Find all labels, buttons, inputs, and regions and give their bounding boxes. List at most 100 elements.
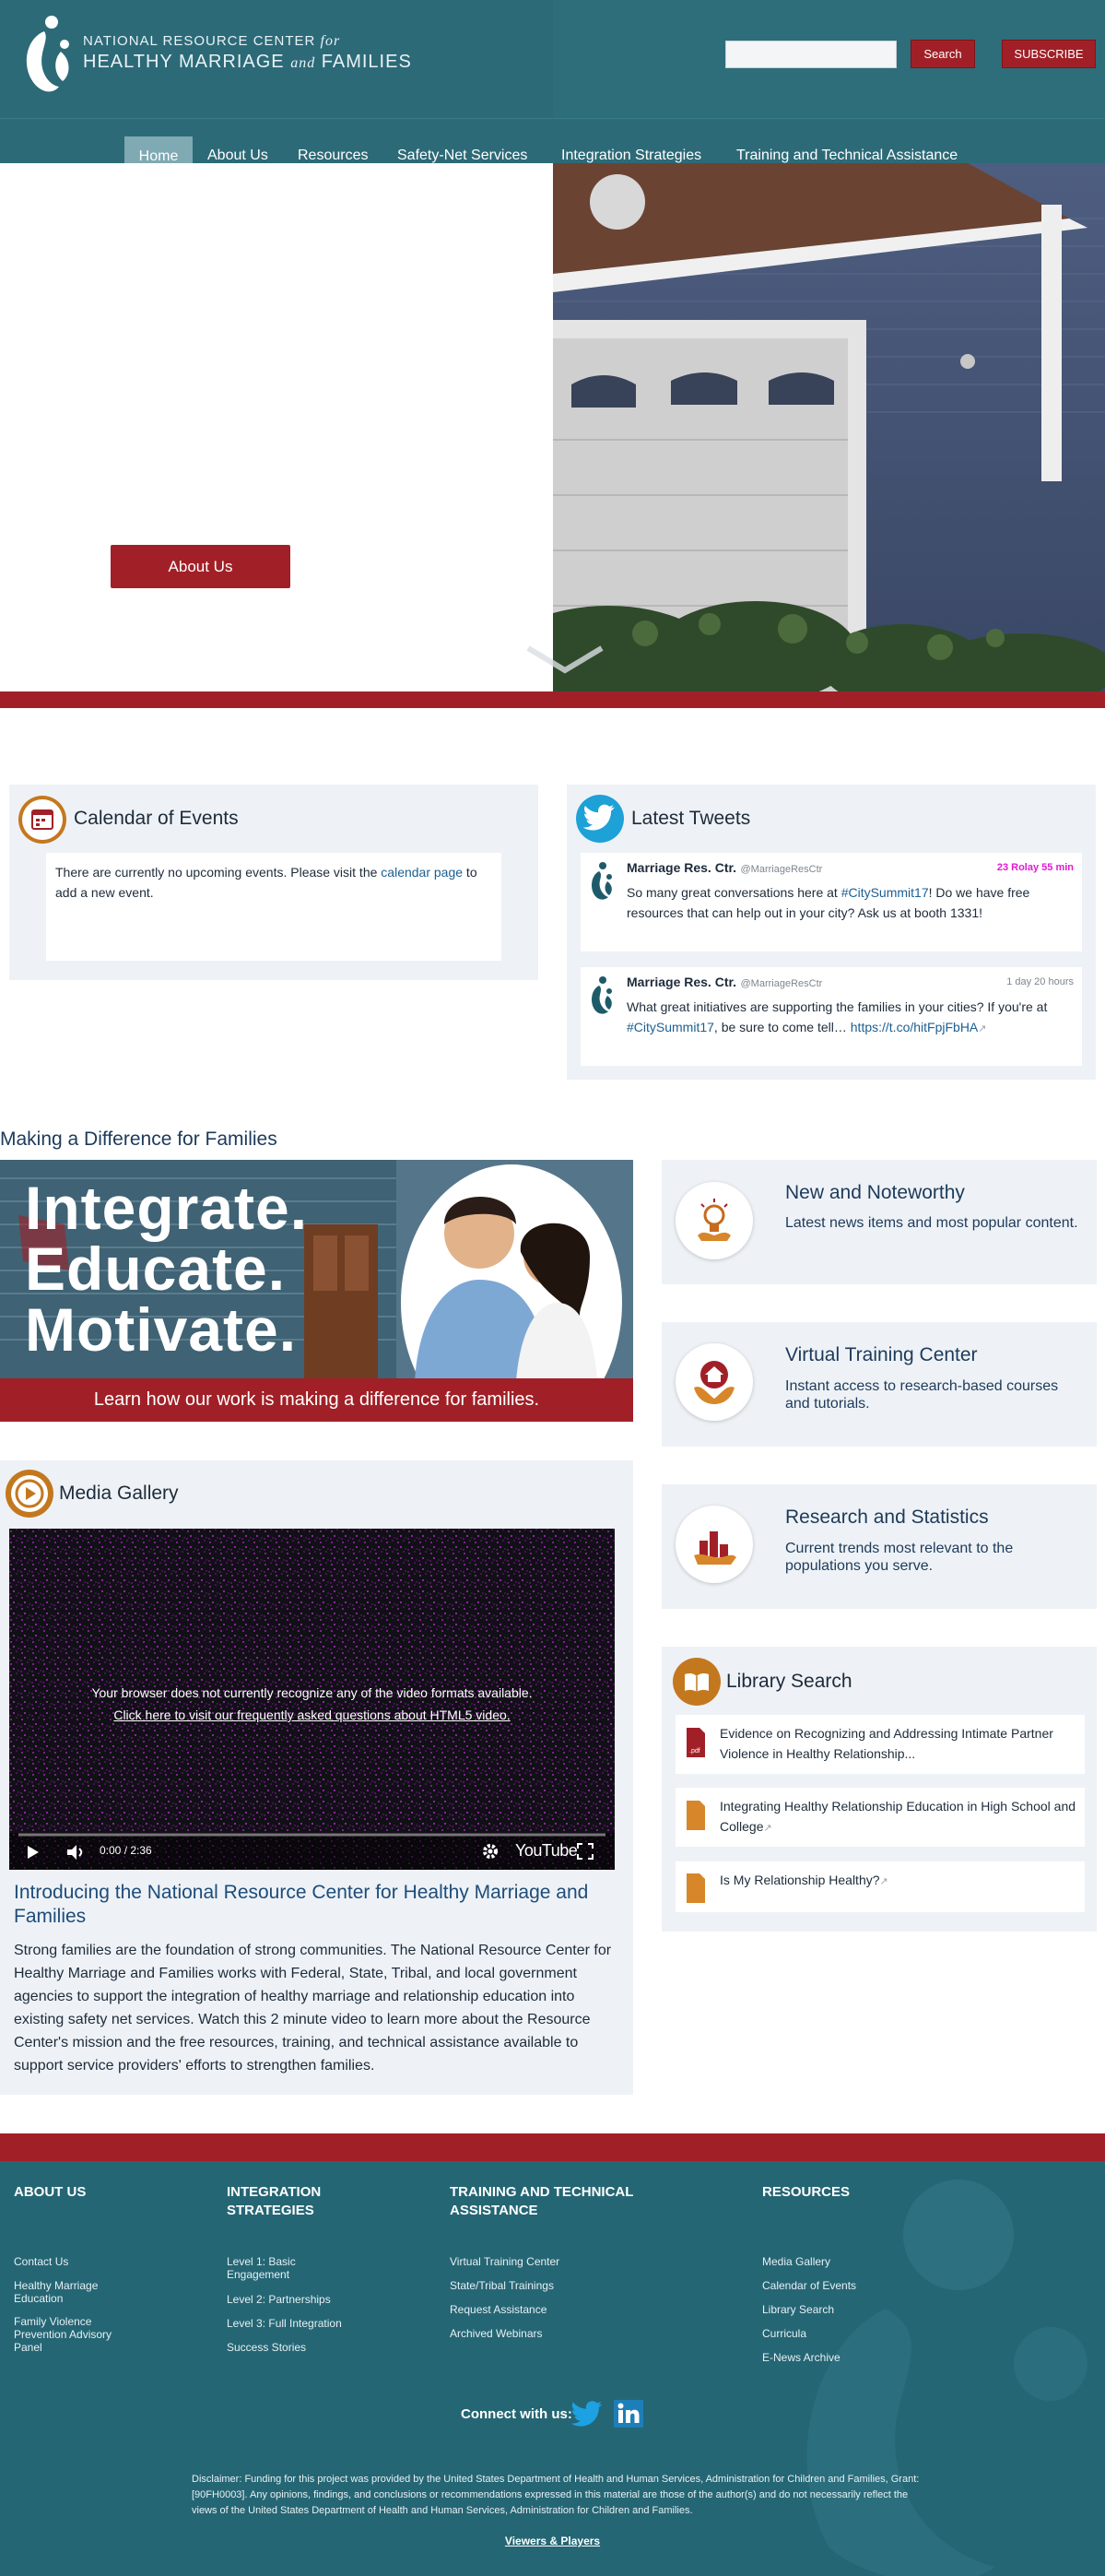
video-controls: 0:00 / 2:36 YouTube	[9, 1833, 615, 1870]
nav-about-us[interactable]: About Us	[207, 148, 268, 164]
library-item[interactable]: Is My Relationship Healthy?↗	[676, 1861, 1085, 1912]
events-title: Calendar of Events	[74, 808, 239, 829]
feature-title[interactable]: Virtual Training Center	[785, 1344, 978, 1366]
footer-link-state-tribal-trainings[interactable]: State/Tribal Trainings	[450, 2279, 680, 2292]
calendar-page-link[interactable]: calendar page	[381, 865, 463, 880]
events-message: There are currently no upcoming events. …	[55, 865, 477, 900]
document-file-icon	[687, 1873, 705, 1903]
logo-text-line2: HEALTHY MARRIAGE and FAMILIES	[83, 52, 412, 72]
play-icon	[6, 1470, 53, 1518]
footer-link-e-news-archive[interactable]: E-News Archive	[762, 2351, 946, 2364]
twitter-icon	[576, 795, 624, 843]
footer-link-calendar-of-events[interactable]: Calendar of Events	[762, 2279, 946, 2292]
settings-gear-icon[interactable]	[482, 1843, 499, 1860]
fullscreen-icon[interactable]	[577, 1843, 594, 1860]
search-input[interactable]	[725, 41, 897, 68]
footer-heading-resources: RESOURCES	[762, 2184, 851, 2200]
difference-heading: Making a Difference for Families	[0, 1128, 277, 1150]
logo-icon[interactable]	[17, 9, 81, 101]
feature-description: Latest news items and most popular conte…	[785, 1215, 1078, 1231]
footer-link-level-3[interactable]: Level 3: Full Integration	[227, 2317, 411, 2330]
hero-about-us-button[interactable]: About Us	[111, 545, 290, 588]
calendar-icon	[18, 796, 66, 844]
footer-link-archived-webinars[interactable]: Archived Webinars	[450, 2327, 680, 2340]
tweet-author[interactable]: Marriage Res. Ctr. @MarriageResCtr	[627, 975, 822, 991]
nav-training-technical-assistance[interactable]: Training and Technical Assistance	[736, 148, 958, 164]
hero-text-area	[0, 163, 553, 691]
hero-bottom-band	[0, 691, 1105, 708]
feature-description: Current trends most relevant to the popu…	[785, 1541, 1014, 1574]
feature-description: Instant access to research-based courses…	[785, 1378, 1059, 1412]
tweet-card: Marriage Res. Ctr. @MarriageResCtr 23 Ro…	[581, 853, 1082, 951]
media-title: Media Gallery	[59, 1483, 179, 1504]
search-button[interactable]: Search	[911, 40, 975, 68]
linkedin-icon[interactable]	[614, 2400, 643, 2428]
footer-link-level-2[interactable]: Level 2: Partnerships	[227, 2293, 411, 2306]
play-button-icon[interactable]	[26, 1844, 41, 1861]
video-unsupported-message: Your browser does not currently recogniz…	[91, 1685, 533, 1700]
volume-icon[interactable]	[66, 1844, 87, 1861]
svg-text:.pdf: .pdf	[689, 1748, 700, 1755]
nav-resources[interactable]: Resources	[298, 148, 368, 164]
footer-link-virtual-training-center[interactable]: Virtual Training Center	[450, 2255, 680, 2268]
library-item-title[interactable]: Integrating Healthy Relationship Educati…	[720, 1796, 1079, 1838]
nav-integration-strategies[interactable]: Integration Strategies	[561, 148, 701, 164]
footer-link-success-stories[interactable]: Success Stories	[227, 2341, 411, 2354]
tweet-timestamp[interactable]: 1 day 20 hours	[949, 976, 1074, 987]
footer-link-curricula[interactable]: Curricula	[762, 2327, 946, 2340]
footer-link-library-search[interactable]: Library Search	[762, 2303, 946, 2316]
book-icon	[673, 1658, 721, 1706]
pdf-file-icon: .pdf	[687, 1728, 705, 1757]
external-link-icon: ↗	[978, 1023, 987, 1034]
twitter-icon[interactable]	[571, 2401, 603, 2427]
house-hands-icon	[676, 1343, 753, 1421]
footer-link-request-assistance[interactable]: Request Assistance	[450, 2303, 680, 2316]
document-file-icon	[687, 1801, 705, 1830]
tweet-hashtag-link[interactable]: #CitySummit17	[841, 885, 929, 900]
logo-text-line1: NATIONAL RESOURCE CENTER for	[83, 33, 341, 49]
tweet-avatar-icon	[592, 976, 612, 1014]
footer-link-level-1[interactable]: Level 1: Basic Engagement	[227, 2255, 328, 2281]
tweet-author[interactable]: Marriage Res. Ctr. @MarriageResCtr	[627, 860, 822, 877]
library-title: Library Search	[726, 1671, 852, 1692]
media-video-description: Strong families are the foundation of st…	[14, 1943, 612, 2074]
feature-title[interactable]: Research and Statistics	[785, 1507, 989, 1529]
tweet-card: Marriage Res. Ctr. @MarriageResCtr 1 day…	[581, 967, 1082, 1066]
media-video-heading: Introducing the National Resource Center…	[14, 1882, 589, 1927]
tweet-timestamp[interactable]: 23 Rolay 55 min	[949, 862, 1074, 873]
connect-with-us-label: Connect with us:	[461, 2406, 572, 2422]
youtube-logo[interactable]: YouTube	[515, 1841, 578, 1861]
video-faq-link[interactable]: Click here to visit our frequently asked…	[9, 1707, 615, 1722]
library-item[interactable]: Integrating Healthy Relationship Educati…	[676, 1788, 1085, 1847]
library-item[interactable]: .pdf Evidence on Recognizing and Address…	[676, 1715, 1085, 1774]
footer-link-contact-us[interactable]: Contact Us	[14, 2255, 198, 2268]
viewers-players-link[interactable]: Viewers & Players	[0, 2535, 1105, 2547]
banner-caption-link[interactable]: Learn how our work is making a differenc…	[0, 1378, 633, 1422]
tweet-avatar-icon	[592, 862, 612, 900]
banner-word: Educate.	[25, 1235, 287, 1303]
bar-chart-icon	[676, 1506, 753, 1583]
nav-safety-net-services[interactable]: Safety-Net Services	[397, 148, 527, 164]
subscribe-button[interactable]: SUBSCRIBE	[1002, 40, 1096, 68]
library-item-title[interactable]: Evidence on Recognizing and Addressing I…	[720, 1723, 1079, 1764]
footer-link-healthy-marriage-education[interactable]: Healthy Marriage Education	[14, 2279, 120, 2305]
banner-word: Motivate.	[25, 1295, 298, 1364]
tweet-url-link[interactable]: https://t.co/hitFpjFbHA	[851, 1020, 979, 1034]
footer-link-media-gallery[interactable]: Media Gallery	[762, 2255, 946, 2268]
external-link-icon: ↗	[763, 1823, 772, 1834]
tweets-title: Latest Tweets	[631, 808, 751, 829]
tweet-hashtag-link[interactable]: #CitySummit17	[627, 1020, 714, 1034]
video-player[interactable]: Your browser does not currently recogniz…	[9, 1529, 615, 1870]
events-box: There are currently no upcoming events. …	[46, 853, 501, 961]
footer-link-family-violence-panel[interactable]: Family Violence Prevention Advisory Pane…	[14, 2315, 134, 2354]
tweet-body: What great initiatives are supporting th…	[627, 999, 1048, 1034]
footer-heading-integration-strategies: INTEGRATION STRATEGIES	[227, 2184, 322, 2218]
footer-top-band	[0, 2133, 1105, 2161]
tweet-body: So many great conversations here at #Cit…	[627, 885, 1030, 920]
scroll-down-chevron-icon[interactable]	[523, 641, 606, 678]
hero-image	[553, 163, 1105, 691]
library-item-title[interactable]: Is My Relationship Healthy?↗	[720, 1870, 1079, 1892]
feature-title[interactable]: New and Noteworthy	[785, 1182, 965, 1204]
lightbulb-icon	[676, 1182, 753, 1259]
footer-heading-about-us: ABOUT US	[14, 2184, 87, 2200]
